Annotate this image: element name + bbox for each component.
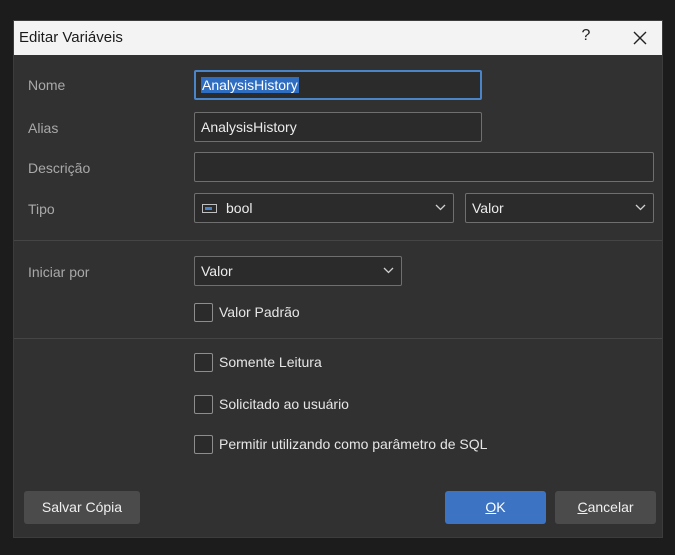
name-input[interactable]: AnalysisHistory xyxy=(194,70,482,100)
title-bar: Editar Variáveis ? xyxy=(14,21,662,55)
help-button[interactable]: ? xyxy=(576,27,596,49)
description-input[interactable] xyxy=(194,152,654,182)
default-value-checkbox[interactable] xyxy=(194,303,213,322)
cancel-button[interactable]: Cancelar xyxy=(555,491,656,524)
read-only-checkbox[interactable] xyxy=(194,353,213,372)
read-only-label: Somente Leitura xyxy=(219,354,322,370)
ok-mnemonic: O xyxy=(485,499,497,515)
name-input-value: AnalysisHistory xyxy=(201,77,299,93)
value-kind-value: Valor xyxy=(472,200,504,216)
close-icon xyxy=(633,31,647,45)
prompt-user-checkbox[interactable] xyxy=(194,395,213,414)
init-select-value: Valor xyxy=(201,263,233,279)
chevron-down-icon xyxy=(383,267,394,274)
ok-label-rest: K xyxy=(496,499,506,515)
alias-label: Alias xyxy=(28,120,59,136)
ok-button[interactable]: OK xyxy=(445,491,546,524)
edit-variables-dialog: Editar Variáveis ? Nome AnalysisHistory … xyxy=(13,20,663,538)
allow-sql-parameter-checkbox[interactable] xyxy=(194,435,213,454)
chevron-down-icon xyxy=(435,204,446,211)
divider xyxy=(14,240,662,241)
default-value-label: Valor Padrão xyxy=(219,304,300,320)
type-select[interactable]: bool xyxy=(194,193,454,223)
description-label: Descrição xyxy=(28,160,91,176)
type-label: Tipo xyxy=(28,201,55,217)
alias-input[interactable]: AnalysisHistory xyxy=(194,112,482,142)
allow-sql-parameter-label: Permitir utilizando como parâmetro de SQ… xyxy=(219,436,488,452)
type-select-value: bool xyxy=(226,200,253,216)
cancel-label-rest: ancelar xyxy=(587,499,634,515)
close-button[interactable] xyxy=(626,25,654,51)
value-kind-select[interactable]: Valor xyxy=(465,193,654,223)
save-copy-button[interactable]: Salvar Cópia xyxy=(24,491,140,524)
prompt-user-label: Solicitado ao usuário xyxy=(219,396,349,412)
window-title: Editar Variáveis xyxy=(19,29,123,46)
divider xyxy=(14,338,662,339)
init-label: Iniciar por xyxy=(28,264,90,280)
chevron-down-icon xyxy=(635,204,646,211)
boolean-type-icon xyxy=(202,204,217,213)
init-select[interactable]: Valor xyxy=(194,256,402,286)
cancel-mnemonic: C xyxy=(577,499,588,515)
name-label: Nome xyxy=(28,77,66,93)
